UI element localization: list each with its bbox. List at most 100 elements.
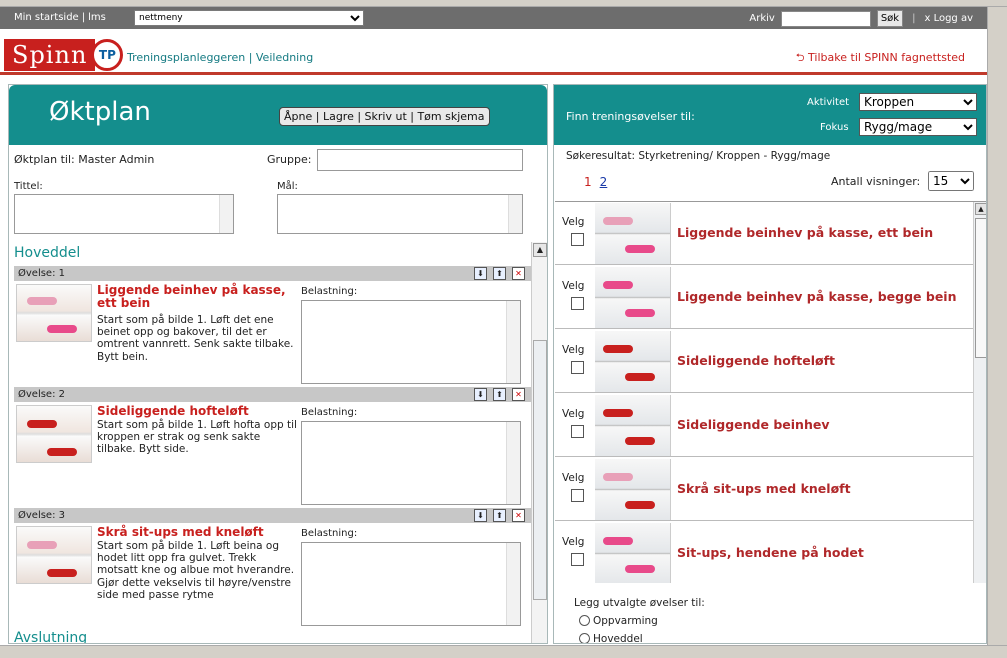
move-up-icon[interactable]: ⬆ bbox=[493, 509, 506, 522]
result-row[interactable]: Velg Liggende beinhev på kasse, ett bein bbox=[555, 202, 973, 265]
exercise-thumbnail bbox=[595, 203, 671, 264]
result-title[interactable]: Liggende beinhev på kasse, ett bein bbox=[677, 225, 933, 240]
search-header: Finn treningsøvelser til: Aktivitet Krop… bbox=[554, 85, 986, 145]
select-checkbox[interactable] bbox=[571, 361, 584, 374]
top-links: Min startside | lms bbox=[14, 12, 106, 23]
select-checkbox[interactable] bbox=[571, 297, 584, 310]
delete-icon[interactable]: ✕ bbox=[512, 388, 525, 401]
belastning-textarea[interactable] bbox=[301, 300, 521, 384]
search-button[interactable]: Søk bbox=[876, 10, 904, 27]
exercise-image bbox=[16, 405, 92, 463]
finn-label: Finn treningsøvelser til: bbox=[566, 110, 695, 123]
min-startside-link[interactable]: Min startside bbox=[14, 12, 79, 23]
lms-link[interactable]: lms bbox=[88, 12, 106, 23]
antall-label: Antall visninger: bbox=[831, 175, 921, 188]
exercise-header: Øvelse: 2 ⬇ ⬆ ✕ bbox=[14, 387, 532, 402]
exercise-image bbox=[16, 284, 92, 342]
exercise-thumbnail bbox=[595, 331, 671, 392]
maal-textarea[interactable] bbox=[277, 194, 523, 234]
belastning-label: Belastning: bbox=[301, 528, 358, 539]
belastning-textarea[interactable] bbox=[301, 421, 521, 505]
move-down-icon[interactable]: ⬇ bbox=[474, 267, 487, 280]
gruppe-input[interactable] bbox=[317, 149, 523, 171]
exercise-thumbnail bbox=[595, 267, 671, 328]
fokus-select[interactable]: Rygg/mage bbox=[859, 118, 977, 136]
result-list: Velg Liggende beinhev på kasse, ett bein … bbox=[555, 201, 986, 583]
result-row[interactable]: Velg Sideliggende beinhev bbox=[555, 394, 973, 457]
result-title[interactable]: Liggende beinhev på kasse, begge bein bbox=[677, 289, 957, 304]
spinn-logo[interactable]: Spinn TP bbox=[4, 39, 124, 71]
header-links[interactable]: Treningsplanleggeren | Veiledning bbox=[127, 51, 313, 64]
gruppe-field-wrap: Gruppe: bbox=[267, 149, 523, 171]
pagination: 12 bbox=[584, 175, 607, 189]
exercise-header: Øvelse: 3 ⬇ ⬆ ✕ bbox=[14, 508, 532, 523]
top-right-tools: Arkiv Søk | x Logg av bbox=[749, 10, 973, 27]
select-checkbox[interactable] bbox=[571, 489, 584, 502]
aktivitet-select[interactable]: Kroppen bbox=[859, 93, 977, 111]
exercise-thumbnail bbox=[595, 395, 671, 456]
aktivitet-label: Aktivitet bbox=[807, 97, 850, 108]
browser-top-edge bbox=[0, 0, 1007, 7]
result-title[interactable]: Sit-ups, hendene på hodet bbox=[677, 545, 864, 560]
browser-status-bar bbox=[0, 645, 1007, 658]
scroll-up-icon[interactable]: ▲ bbox=[975, 203, 986, 215]
site-header: Spinn TP Treningsplanleggeren | Veiledni… bbox=[0, 29, 987, 75]
result-title[interactable]: Sideliggende beinhev bbox=[677, 417, 829, 432]
result-title[interactable]: Sideliggende hofteløft bbox=[677, 353, 835, 368]
back-link[interactable]: ⮌ Tilbake til SPINN fagnettsted bbox=[796, 49, 965, 68]
move-up-icon[interactable]: ⬆ bbox=[493, 388, 506, 401]
belastning-label: Belastning: bbox=[301, 407, 358, 418]
exercise-thumbnail bbox=[595, 523, 671, 583]
antall-select[interactable]: 15 bbox=[928, 171, 974, 191]
exercise-title: Skrå sit-ups med kneløft bbox=[97, 525, 264, 539]
tittel-textarea[interactable] bbox=[14, 194, 234, 234]
exercise-thumbnail bbox=[595, 459, 671, 520]
exercise-description: Start som på bilde 1. Løft hofta opp til… bbox=[97, 419, 297, 456]
tp-badge: TP bbox=[91, 39, 124, 71]
radio-hoveddel[interactable]: Hoveddel bbox=[579, 633, 643, 643]
exercise-description: Start som på bilde 1. Løft beina og hode… bbox=[97, 540, 295, 601]
select-checkbox[interactable] bbox=[571, 425, 584, 438]
result-title[interactable]: Skrå sit-ups med kneløft bbox=[677, 481, 851, 496]
scroll-thumb[interactable] bbox=[975, 218, 986, 358]
belastning-textarea[interactable] bbox=[301, 542, 521, 626]
page-1[interactable]: 1 bbox=[584, 175, 592, 189]
plan-owner: Øktplan til: Master Admin bbox=[14, 153, 155, 166]
search-panel: Finn treningsøvelser til: Aktivitet Krop… bbox=[553, 84, 987, 644]
nettmeny-select[interactable]: nettmeny bbox=[134, 10, 364, 26]
radio-oppvarming[interactable]: Oppvarming bbox=[579, 615, 658, 627]
legg-label: Legg utvalgte øvelser til: bbox=[574, 597, 705, 609]
move-down-icon[interactable]: ⬇ bbox=[474, 388, 487, 401]
page-2[interactable]: 2 bbox=[600, 175, 608, 189]
delete-icon[interactable]: ✕ bbox=[512, 509, 525, 522]
scroll-thumb[interactable] bbox=[533, 340, 547, 600]
oktplan-title: Øktplan bbox=[49, 97, 151, 127]
tittel-label: Tittel: bbox=[14, 181, 43, 192]
select-checkbox[interactable] bbox=[571, 233, 584, 246]
move-up-icon[interactable]: ⬆ bbox=[493, 267, 506, 280]
move-down-icon[interactable]: ⬇ bbox=[474, 509, 487, 522]
oktplan-toolbar[interactable]: Åpne | Lagre | Skriv ut | Tøm skjema bbox=[279, 107, 490, 126]
belastning-label: Belastning: bbox=[301, 286, 358, 297]
maal-label: Mål: bbox=[277, 181, 298, 192]
result-row[interactable]: Velg Liggende beinhev på kasse, begge bei… bbox=[555, 266, 973, 329]
fokus-label: Fokus bbox=[820, 122, 849, 133]
select-checkbox[interactable] bbox=[571, 553, 584, 566]
result-row[interactable]: Velg Sit-ups, hendene på hodet bbox=[555, 522, 973, 583]
section-hoveddel: Hoveddel bbox=[14, 245, 81, 261]
result-list-scrollbar[interactable]: ▲ bbox=[973, 202, 986, 583]
exercise-description: Start som på bilde 1. Løft det ene beine… bbox=[97, 314, 294, 363]
back-arrow-icon: ⮌ bbox=[795, 51, 809, 64]
antall-wrap: Antall visninger: 15 bbox=[831, 171, 974, 191]
delete-icon[interactable]: ✕ bbox=[512, 267, 525, 280]
result-row[interactable]: Velg Sideliggende hofteløft bbox=[555, 330, 973, 393]
window-scroll-strip bbox=[987, 7, 1007, 647]
exercise-list-scrollbar[interactable]: ▲ bbox=[531, 242, 547, 643]
scroll-up-icon[interactable]: ▲ bbox=[533, 243, 547, 257]
arkiv-search-input[interactable] bbox=[780, 10, 871, 27]
exercise-list: Hoveddel Øvelse: 1 ⬇ ⬆ ✕ Liggende beinhev … bbox=[9, 242, 547, 643]
result-row[interactable]: Velg Skrå sit-ups med kneløft bbox=[555, 458, 973, 521]
exercise-header: Øvelse: 1 ⬇ ⬆ ✕ bbox=[14, 266, 532, 281]
oktplan-header: Øktplan Åpne | Lagre | Skriv ut | Tøm sk… bbox=[9, 85, 547, 145]
logout-link[interactable]: x Logg av bbox=[924, 13, 973, 24]
